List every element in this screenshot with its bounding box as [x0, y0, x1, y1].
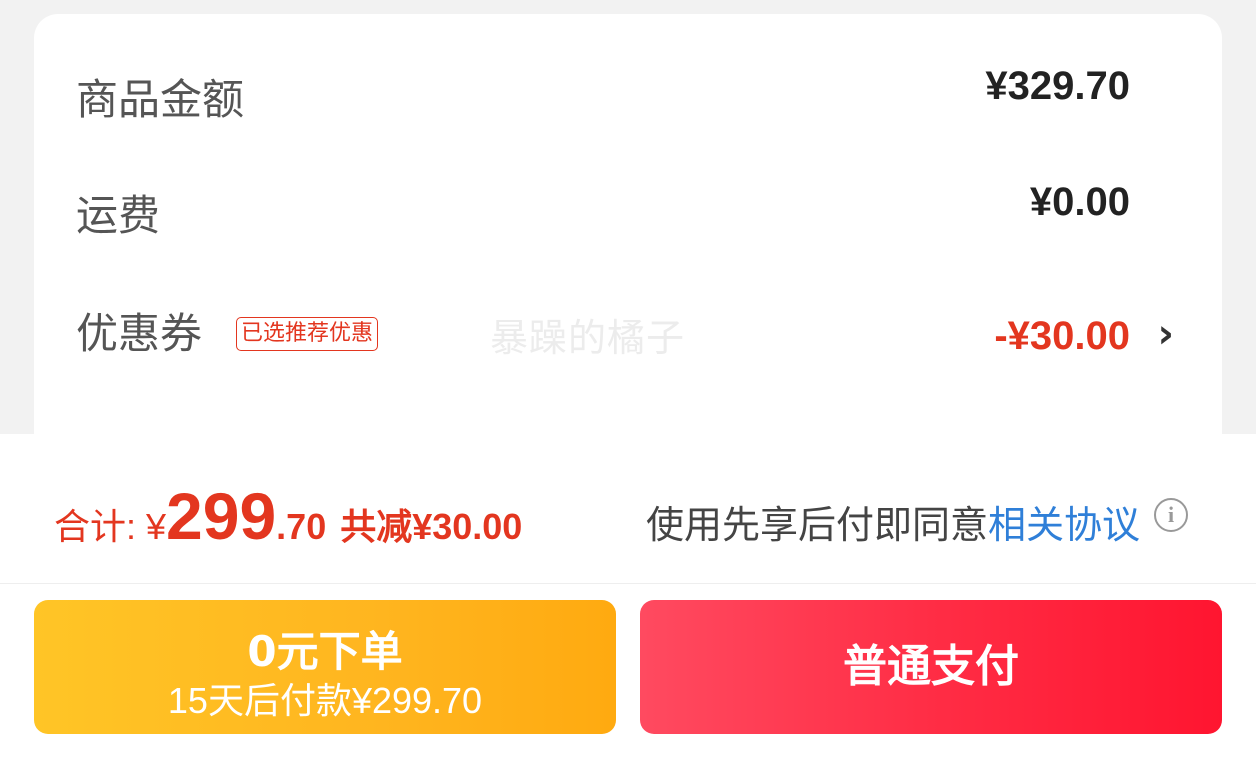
pay-later-sub-label: 15天后付款¥299.70 — [167, 680, 483, 721]
agreement-prefix: 使用先享后付即同意 — [645, 503, 988, 547]
normal-pay-button[interactable]: 普通支付 — [640, 600, 1222, 734]
item-amount-value: ¥329.70 — [985, 64, 1130, 108]
agreement-link[interactable]: 相关协议 — [988, 503, 1140, 547]
order-summary-card: 商品金额 ¥329.70 运费 ¥0.00 优惠券 已选推荐优惠 暴躁的橘子 -… — [34, 14, 1222, 494]
pay-later-main-label: 0元下单 — [247, 627, 403, 676]
total-label: 合计: — [54, 506, 137, 547]
chevron-right-icon[interactable]: › — [1158, 304, 1174, 364]
item-amount-row: 商品金额 ¥329.70 — [34, 64, 1222, 130]
total-savings: 共减¥30.00 — [340, 506, 523, 547]
pay-later-button[interactable]: 0元下单 15天后付款¥299.70 — [34, 600, 616, 734]
coupon-recommended-tag: 已选推荐优惠 — [236, 317, 379, 351]
total-integer: 299 — [166, 479, 277, 553]
info-icon[interactable]: i — [1154, 498, 1188, 532]
agreement-text: 使用先享后付即同意相关协议 — [646, 494, 1140, 549]
shipping-value: ¥0.00 — [1029, 180, 1130, 224]
total-decimal: .70 — [276, 506, 327, 547]
coupon-row[interactable]: 优惠券 已选推荐优惠 暴躁的橘子 -¥30.00 › — [34, 304, 1222, 364]
total-summary: 合计: ¥299.70 共减¥30.00 使用先享后付即同意相关协议 i — [0, 434, 1256, 584]
shipping-label: 运费 — [76, 191, 161, 240]
item-amount-label: 商品金额 — [76, 75, 245, 124]
watermark: 暴躁的橘子 — [490, 316, 686, 360]
checkout-bar: 合计: ¥299.70 共减¥30.00 使用先享后付即同意相关协议 i 0元下单 … — [0, 434, 1256, 776]
coupon-label: 优惠券 — [76, 309, 203, 358]
currency-symbol: ¥ — [146, 506, 167, 547]
coupon-value: -¥30.00 — [994, 314, 1130, 358]
shipping-row: 运费 ¥0.00 — [34, 180, 1222, 246]
total-price: 合计: ¥299.70 共减¥30.00 — [54, 478, 522, 554]
